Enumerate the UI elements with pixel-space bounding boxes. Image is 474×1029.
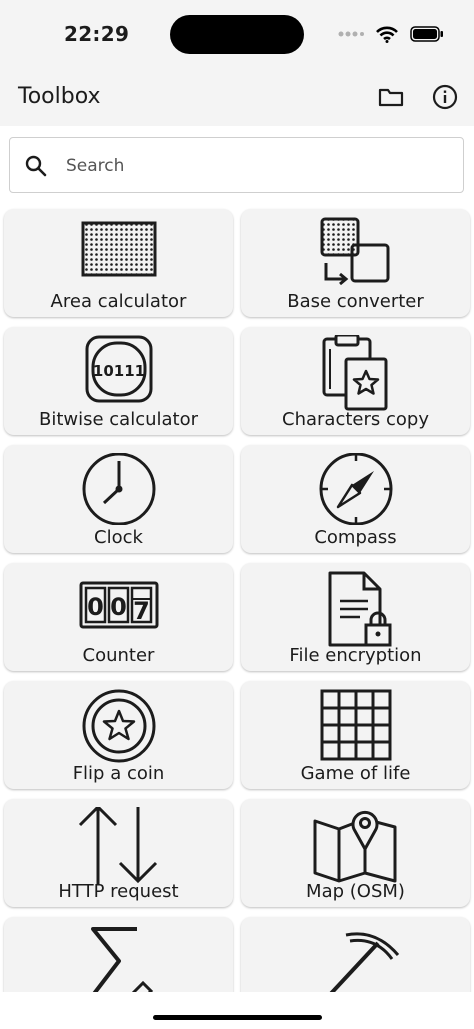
battery-icon bbox=[410, 26, 443, 42]
bitwise-icon: 10111 bbox=[85, 335, 152, 403]
folder-button[interactable] bbox=[376, 82, 406, 112]
tool-compass[interactable]: Compass bbox=[241, 445, 470, 553]
tool-counter[interactable]: 0 0 7 Counter bbox=[4, 563, 233, 671]
clock-icon bbox=[82, 453, 155, 525]
wifi-icon bbox=[376, 26, 398, 43]
tool-label: Area calculator bbox=[50, 291, 187, 312]
tool-bitwise-calculator[interactable]: 10111 Bitwise calculator bbox=[4, 327, 233, 435]
tool-label: Characters copy bbox=[282, 409, 429, 430]
search-bar[interactable] bbox=[9, 137, 464, 193]
search-icon bbox=[25, 155, 47, 177]
coin-icon bbox=[82, 689, 155, 763]
tool-label: Base converter bbox=[287, 291, 424, 312]
pickaxe-icon bbox=[322, 932, 399, 1001]
bitwise-text: 10111 bbox=[92, 362, 144, 380]
tool-label: Clock bbox=[94, 527, 143, 548]
bottom-safe-area bbox=[0, 992, 474, 1029]
tool-file-encryption[interactable]: File encryption bbox=[241, 563, 470, 671]
map-pin-icon bbox=[313, 810, 396, 883]
status-bar: 22:29 bbox=[0, 0, 474, 72]
info-icon bbox=[432, 84, 458, 110]
tool-area-calculator[interactable]: Area calculator bbox=[4, 209, 233, 317]
tool-label: Bitwise calculator bbox=[38, 409, 199, 430]
counter-digit: 0 bbox=[87, 593, 104, 621]
folder-icon bbox=[378, 88, 404, 107]
dynamic-island bbox=[170, 15, 304, 54]
file-lock-icon bbox=[328, 571, 391, 647]
status-icons bbox=[338, 24, 444, 44]
tool-label: Map (OSM) bbox=[306, 881, 405, 902]
tool-label: File encryption bbox=[289, 645, 422, 666]
base-converter-icon bbox=[320, 217, 389, 286]
tool-characters-copy[interactable]: Characters copy bbox=[241, 327, 470, 435]
signal-icon bbox=[338, 31, 364, 37]
tool-label: Game of life bbox=[300, 763, 411, 784]
app-bar-actions bbox=[376, 82, 460, 112]
counter-icon: 0 0 7 bbox=[79, 581, 158, 629]
up-down-arrows-icon bbox=[78, 807, 157, 885]
grid-icon bbox=[320, 689, 391, 761]
tool-label: Flip a coin bbox=[72, 763, 165, 784]
tool-base-converter[interactable]: Base converter bbox=[241, 209, 470, 317]
sigma-pencil-icon bbox=[90, 927, 153, 1001]
tool-game-of-life[interactable]: Game of life bbox=[241, 681, 470, 789]
home-indicator[interactable] bbox=[153, 1015, 322, 1020]
app-bar: Toolbox bbox=[0, 72, 474, 126]
tool-grid: Area calculator Base converter 10111 Bit… bbox=[4, 209, 470, 1025]
compass-icon bbox=[319, 453, 392, 525]
tool-label: HTTP request bbox=[58, 881, 179, 902]
clipboard-star-icon bbox=[322, 335, 387, 411]
page-title: Toolbox bbox=[18, 84, 101, 109]
counter-digit: 7 bbox=[133, 597, 150, 625]
info-button[interactable] bbox=[430, 82, 460, 112]
search-input[interactable] bbox=[64, 148, 448, 184]
counter-digit: 0 bbox=[110, 593, 127, 621]
area-grid-icon bbox=[81, 221, 156, 277]
tool-map-osm[interactable]: Map (OSM) bbox=[241, 799, 470, 907]
tool-clock[interactable]: Clock bbox=[4, 445, 233, 553]
status-time: 22:29 bbox=[64, 22, 130, 46]
tool-flip-a-coin[interactable]: Flip a coin bbox=[4, 681, 233, 789]
tool-label: Compass bbox=[314, 527, 397, 548]
tool-http-request[interactable]: HTTP request bbox=[4, 799, 233, 907]
tool-label: Counter bbox=[82, 645, 155, 666]
